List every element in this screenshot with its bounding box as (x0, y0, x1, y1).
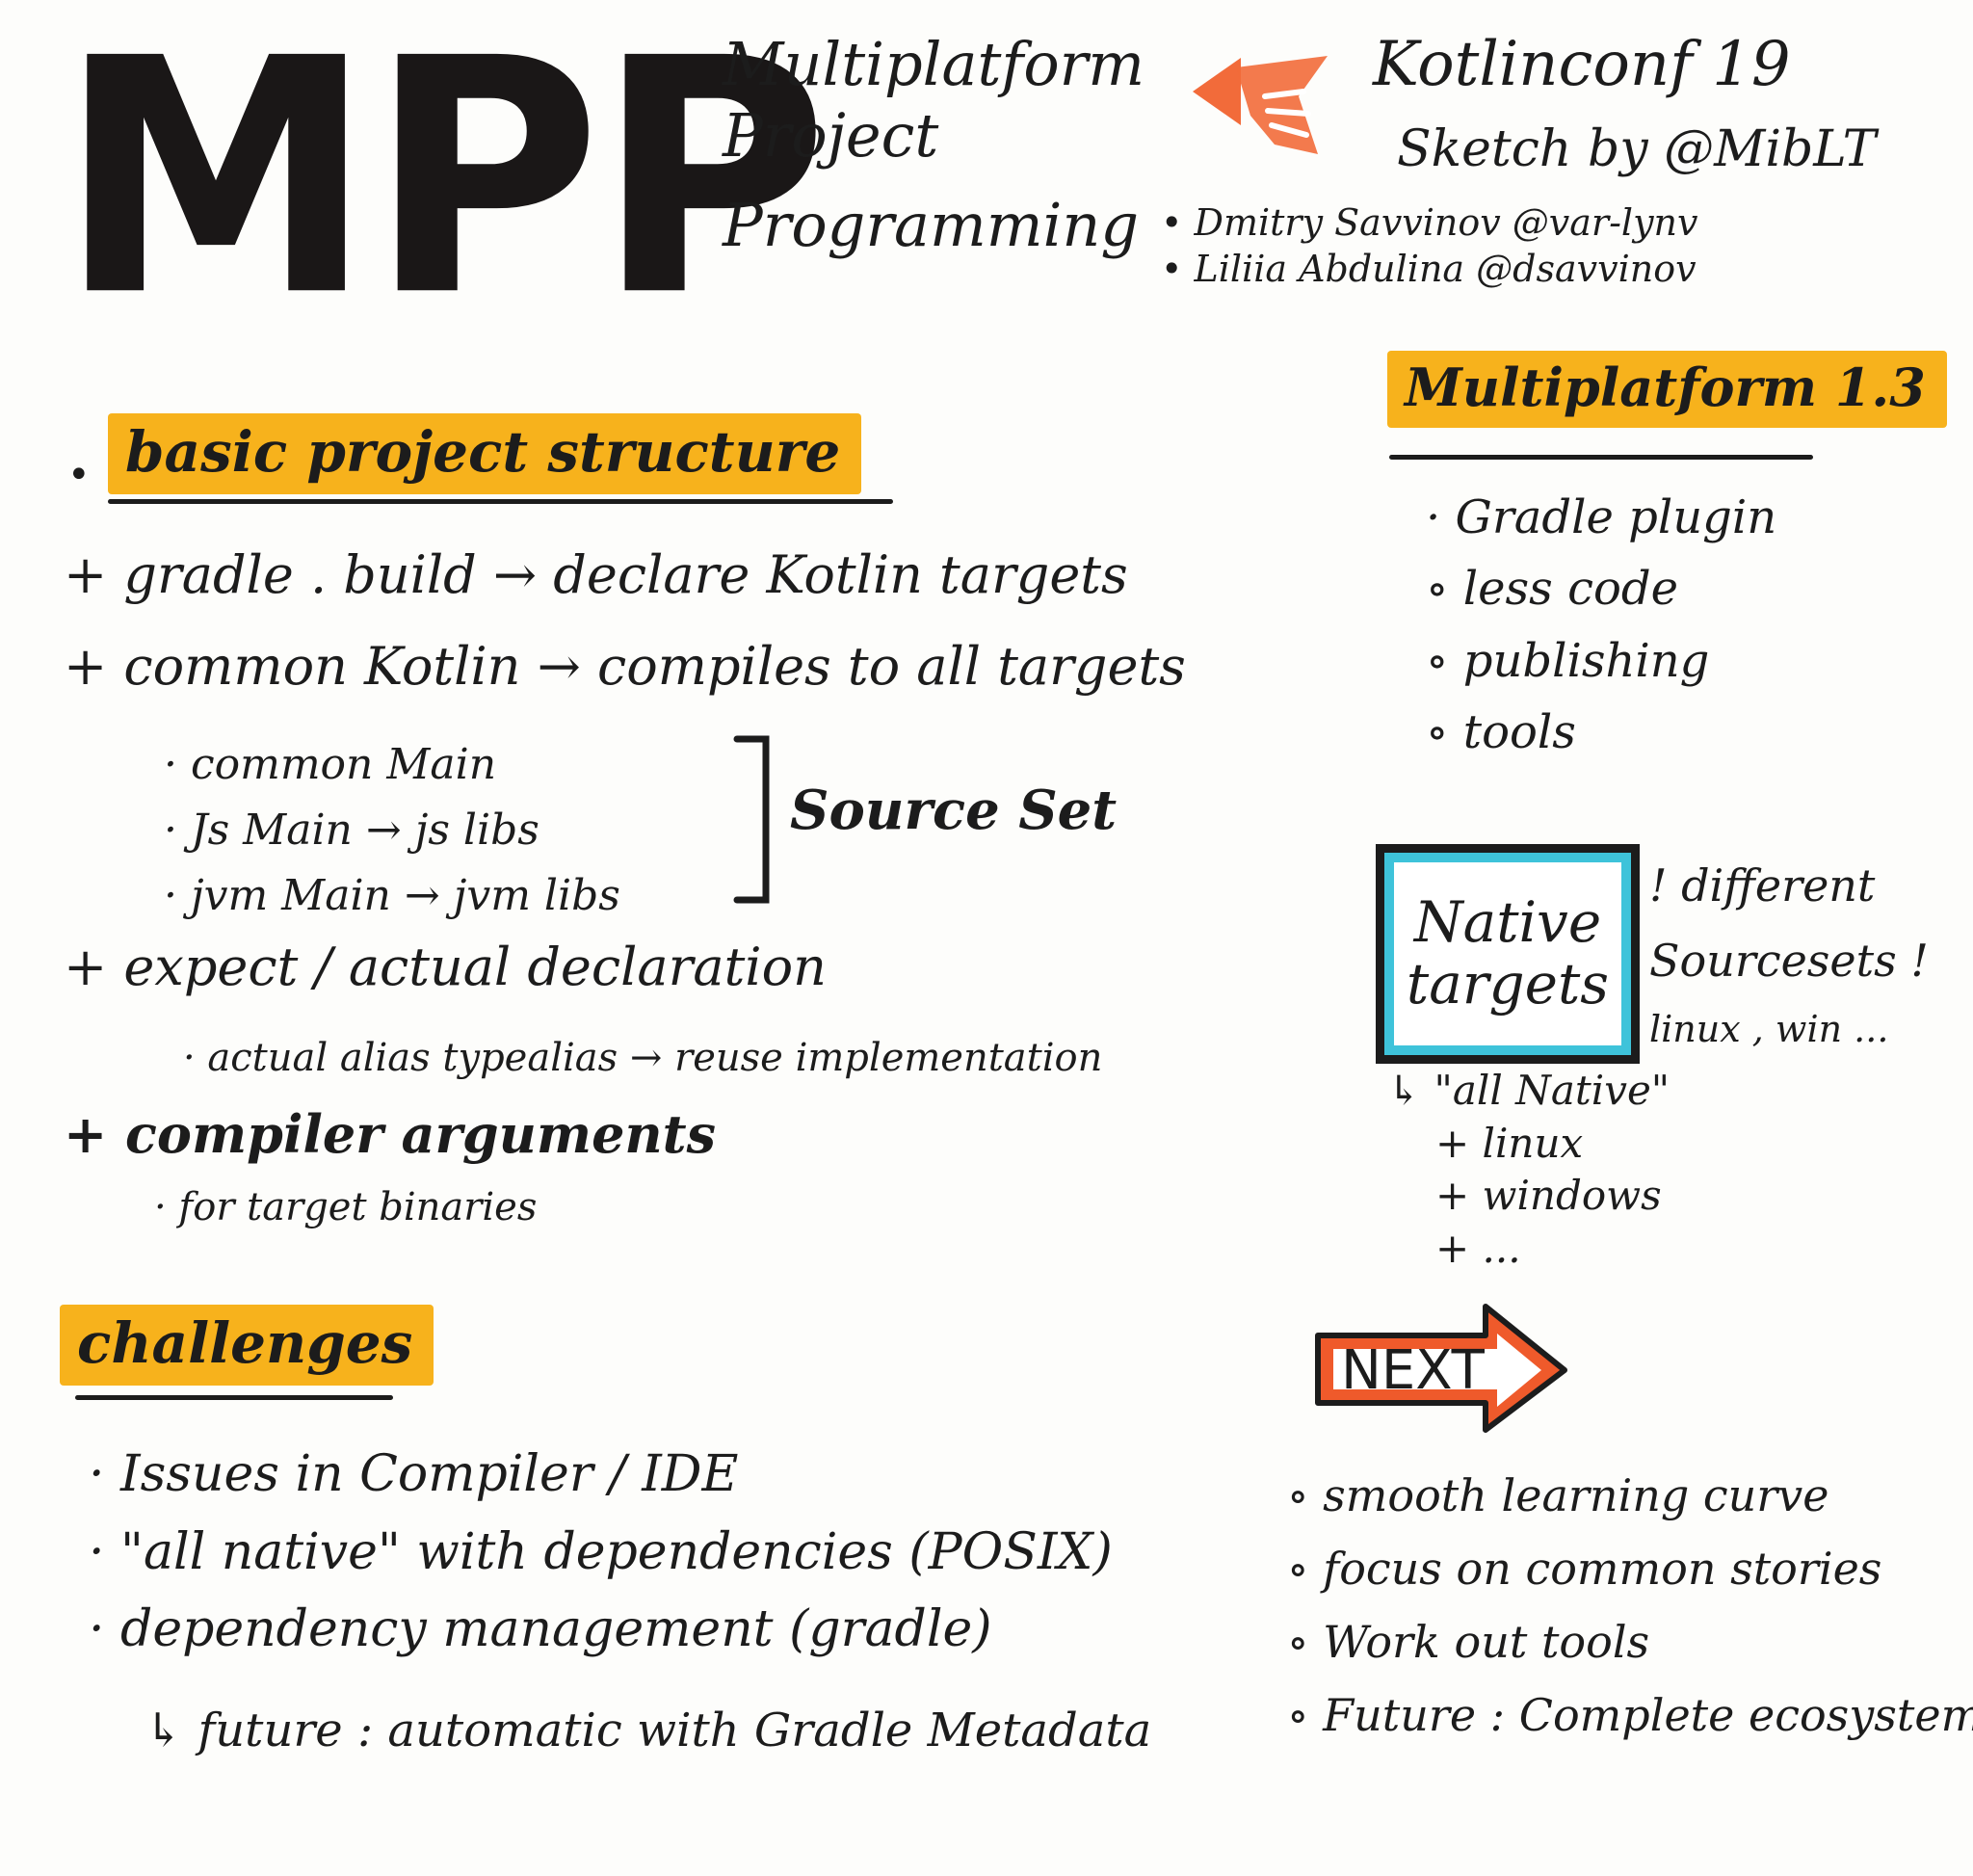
bracket-icon (733, 735, 770, 904)
section-title-text: basic project structure (108, 413, 862, 494)
item-gradle-build: + gradle . build → declare Kotlin target… (64, 544, 1128, 605)
sketch-credit: Sketch by @MibLT (1397, 120, 1877, 178)
next-item: ∘ smooth learning curve (1287, 1469, 1829, 1521)
item-compiler-args: + compiler arguments (64, 1103, 717, 1165)
sourceset-item: · Js Main → js libs (164, 806, 539, 856)
native-note-line: Sourcesets ! (1649, 935, 1929, 988)
next-label: NEXT (1341, 1339, 1485, 1402)
bullet-dot: • (67, 453, 91, 497)
next-item: ∘ Future : Complete ecosystem (1287, 1688, 1973, 1741)
subtitle-line: Multiplatform (723, 29, 1145, 99)
item-expect-actual: + expect / actual declaration (64, 937, 827, 997)
sourceset-label: Source Set (790, 779, 1118, 842)
challenges-title-text: challenges (60, 1305, 434, 1386)
mp13-title: Multiplatform 1.3 (1387, 351, 1947, 428)
native-note-line: linux , win ... (1649, 1008, 1889, 1051)
subtitle-line: Project (723, 100, 939, 172)
native-list: ↳ "all Native" + linux + windows + ... (1387, 1065, 1670, 1275)
next-list: ∘ smooth learning curve ∘ focus on commo… (1287, 1460, 1973, 1753)
kotlin-hand-logo-icon (1193, 56, 1328, 154)
mp13-item: ∘ tools (1426, 705, 1576, 760)
event-name: Kotlinconf 19 (1373, 29, 1791, 100)
native-list-item: + ... (1435, 1224, 1521, 1272)
item-typealias: · actual alias typealias → reuse impleme… (183, 1036, 1103, 1080)
mp13-underline (1389, 455, 1813, 460)
speaker: • Dmitry Savvinov @var-lynv (1161, 201, 1698, 244)
native-list-item: + linux (1435, 1119, 1584, 1167)
sourceset-item: · common Main (164, 740, 497, 789)
next-item: ∘ Work out tools (1287, 1615, 1650, 1668)
future-note: ↳ future : automatic with Gradle Metadat… (145, 1704, 1152, 1757)
native-note: ! different Sourcesets ! linux , win ... (1649, 848, 1929, 1061)
big-title-mpp: MPP (58, 0, 829, 367)
challenge-item: · Issues in Compiler / IDE (89, 1445, 739, 1503)
native-note-line: ! different (1649, 859, 1876, 912)
subtitle: Multiplatform Project Programming (723, 29, 1144, 261)
native-box-line: Native (1413, 889, 1602, 956)
section-title-structure: basic project structure (108, 413, 862, 494)
native-list-item: + windows (1435, 1172, 1662, 1220)
item-per-target: · for target binaries (154, 1185, 538, 1229)
mp13-list: · Gradle plugin ∘ less code ∘ publishing… (1426, 482, 1776, 769)
next-arrow: NEXT (1312, 1301, 1572, 1436)
next-item: ∘ focus on common stories (1287, 1542, 1882, 1595)
speakers: • Dmitry Savvinov @var-lynv • Liliia Abd… (1161, 200, 1698, 292)
speaker: • Liliia Abdulina @dsavvinov (1161, 247, 1697, 290)
mp13-item: ∘ publishing (1426, 633, 1710, 688)
challenge-item: · "all native" with dependencies (POSIX) (89, 1522, 1113, 1581)
native-box-line: targets (1406, 951, 1610, 1017)
mp13-item: ∘ less code (1426, 562, 1678, 617)
sourceset-item: · jvm Main → jvm libs (164, 871, 620, 921)
section-underline (108, 499, 893, 504)
challenge-item: · dependency management (gradle) (89, 1600, 992, 1659)
item-common-kotlin: + common Kotlin → compiles to all target… (64, 636, 1186, 697)
sourceset-list: · common Main · Js Main → js libs · jvm … (164, 732, 620, 930)
subtitle-line: Programming (723, 189, 1140, 260)
native-list-item: ↳ "all Native" (1387, 1067, 1670, 1114)
challenges-underline (75, 1395, 393, 1400)
section-title-challenges: challenges (60, 1305, 434, 1386)
native-targets-box: Native targets (1376, 844, 1640, 1064)
mp13-title-text: Multiplatform 1.3 (1387, 351, 1947, 428)
challenges-list: · Issues in Compiler / IDE · "all native… (89, 1436, 1113, 1669)
mp13-item: · Gradle plugin (1426, 490, 1777, 544)
